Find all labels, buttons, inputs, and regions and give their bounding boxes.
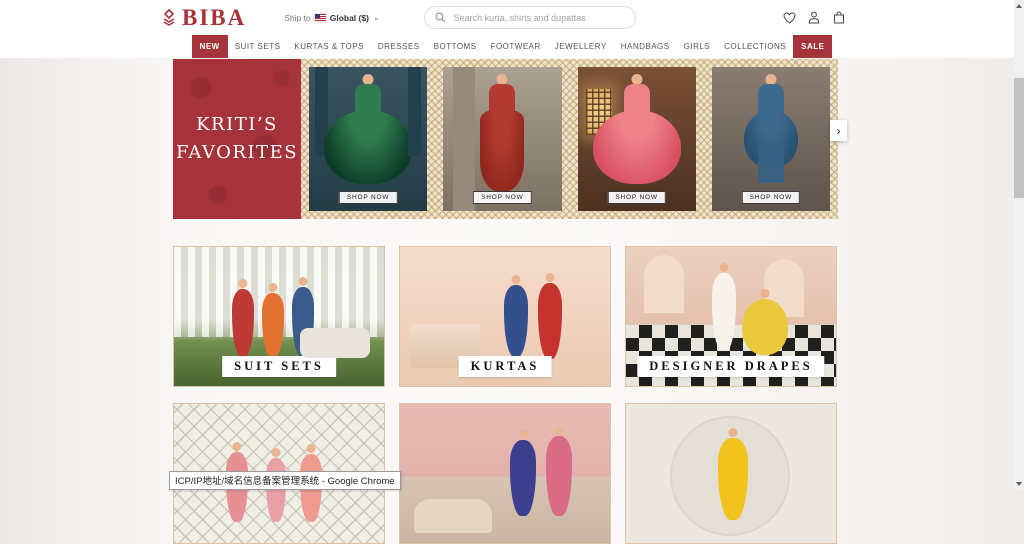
nav-item-suit-sets[interactable]: SUIT SETS [228,35,288,58]
shop-now-button[interactable]: SHOP NOW [607,191,666,204]
scrollbar-thumb[interactable] [1014,78,1024,198]
biba-logo-text: BIBA [182,4,247,30]
shop-now-button[interactable]: SHOP NOW [473,191,532,204]
carousel-photo-green-anarkali: SHOP NOW [309,67,428,211]
wishlist-heart-icon[interactable] [782,11,796,25]
category-card-kurtas[interactable]: KURTAS [399,246,611,387]
shop-now-button[interactable]: SHOP NOW [338,191,398,204]
taskbar-tooltip: ICP/IP地址/域名信息备案管理系统 - Google Chrome [169,471,401,490]
main-nav: NEW SUIT SETS KURTAS & TOPS DRESSES BOTT… [0,35,1024,58]
hero-carousel: KRITI’S FAVORITES SHOP NOW SHOP NOW SHOP… [173,59,847,219]
header-action-icons [782,11,846,25]
category-label: SUIT SETS [222,356,336,377]
ship-to-label: Ship to [284,12,311,23]
category-card-festive[interactable] [399,403,611,544]
chevron-down-icon: ⌄ [372,12,380,22]
shopping-bag-icon[interactable] [832,11,846,25]
search-input[interactable] [451,11,625,24]
nav-item-kurtas-tops[interactable]: KURTAS & TOPS [287,35,370,58]
category-row-1: SUIT SETS KURTAS DESIGNER DRAPES [173,246,838,387]
nav-item-handbags[interactable]: HANDBAGS [614,35,677,58]
nav-item-new[interactable]: NEW [191,35,228,58]
kritis-favorites-panel: KRITI’S FAVORITES [173,59,301,219]
nav-item-jewellery[interactable]: JEWELLERY [548,35,614,58]
carousel-slide-3[interactable]: SHOP NOW [570,59,704,219]
biba-logo[interactable]: BIBA [162,5,246,31]
biba-logo-icon [163,9,175,26]
region-label: Global ($) [329,12,369,23]
ship-to-selector[interactable]: Ship to Global ($) ⌄ [284,13,379,23]
scrollbar-up-arrow[interactable] [1014,0,1024,12]
carousel-photo-pink-lehenga: SHOP NOW [577,67,696,211]
search-icon [435,12,446,23]
search-bar[interactable] [423,6,636,29]
scrollbar-down-arrow[interactable] [1014,478,1024,490]
vertical-scrollbar[interactable] [1014,0,1024,490]
nav-item-sale[interactable]: SALE [793,35,833,58]
carousel-slide-4[interactable]: SHOP NOW [704,59,838,219]
category-label: DESIGNER DRAPES [637,356,825,377]
shop-now-button[interactable]: SHOP NOW [741,191,801,204]
kritis-favorites-line2: FAVORITES [175,142,299,163]
category-card-yellow-kurta[interactable] [625,403,837,544]
carousel-slide-1[interactable]: SHOP NOW [301,59,435,219]
kritis-favorites-line1: KRITI’S [196,114,278,136]
category-label: KURTAS [458,356,552,377]
carousel-slide-2[interactable]: SHOP NOW [435,59,569,219]
category-card-suit-sets[interactable]: SUIT SETS [173,246,385,387]
site-header: BIBA Ship to Global ($) ⌄ [0,0,1024,35]
nav-item-girls[interactable]: GIRLS [677,35,718,58]
nav-item-bottoms[interactable]: BOTTOMS [427,35,484,58]
carousel-photo-blue-kurta-set: SHOP NOW [711,67,830,211]
nav-item-dresses[interactable]: DRESSES [371,35,427,58]
nav-item-footwear[interactable]: FOOTWEAR [484,35,548,58]
carousel-next-arrow[interactable]: › [830,120,847,141]
nav-item-collections[interactable]: COLLECTIONS [717,35,793,58]
us-flag-icon [314,13,326,22]
account-user-icon[interactable] [807,11,821,25]
category-card-designer-drapes[interactable]: DESIGNER DRAPES [625,246,837,387]
carousel-photo-red-kurta: SHOP NOW [443,67,562,211]
